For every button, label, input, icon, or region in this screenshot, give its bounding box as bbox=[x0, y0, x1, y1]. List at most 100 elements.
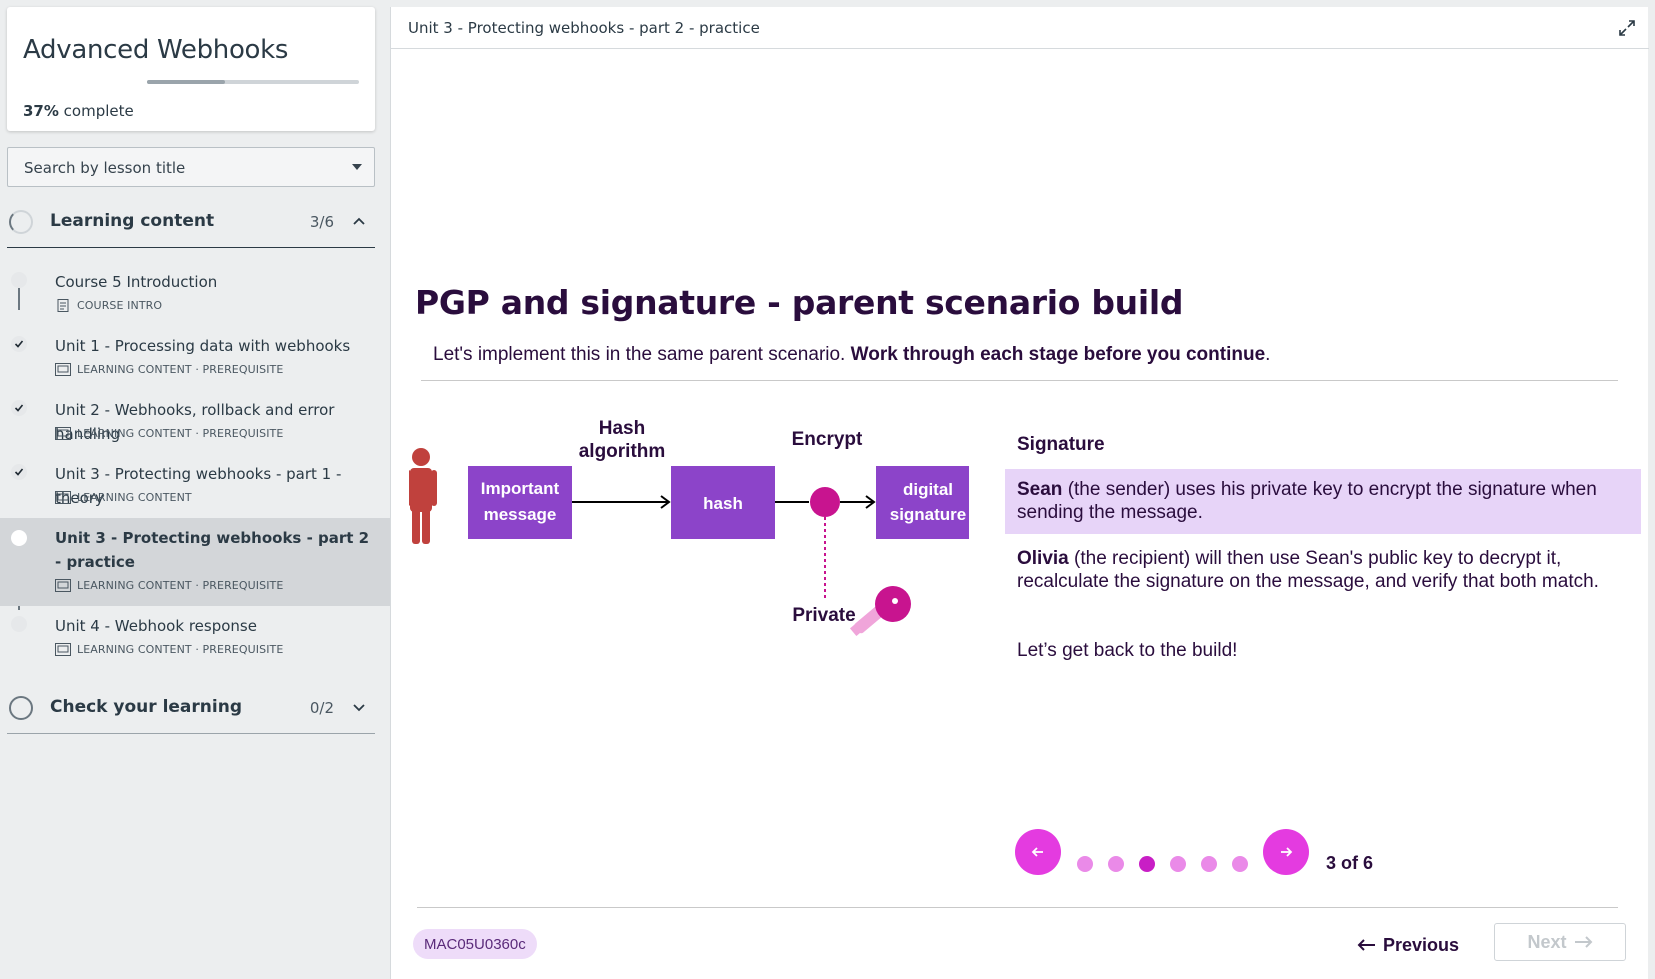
signature-heading: Signature bbox=[1017, 434, 1105, 455]
next-button[interactable]: Next bbox=[1494, 923, 1626, 961]
lesson-meta-text: LEARNING CONTENT · PREREQUISITE bbox=[77, 363, 284, 376]
course-progress-fill bbox=[147, 80, 226, 84]
private-key-label: Private bbox=[792, 605, 855, 626]
paragraph-bold: Olivia bbox=[1017, 548, 1069, 569]
paragraph-text: (the sender) uses his private key to enc… bbox=[1017, 479, 1597, 523]
slide-lead: Let's implement this in the same parent … bbox=[433, 344, 1270, 366]
key-icon bbox=[849, 586, 911, 637]
lesson-item[interactable]: Unit 4 - Webhook response LEARNING CONTE… bbox=[0, 606, 390, 670]
box-label: message bbox=[484, 505, 557, 524]
course-title: Advanced Webhooks bbox=[23, 35, 289, 65]
encrypt-label: Encrypt bbox=[792, 429, 863, 450]
slides-icon bbox=[55, 363, 71, 376]
carousel-dot[interactable] bbox=[1170, 856, 1186, 872]
signature-paragraph-build: Let’s get back to the build! bbox=[1017, 640, 1238, 661]
lesson-item[interactable]: Unit 1 - Processing data with webhooks L… bbox=[0, 326, 390, 390]
progress-percent: 37% bbox=[23, 102, 59, 120]
lesson-meta-text: LEARNING CONTENT · PREREQUISITE bbox=[77, 427, 284, 440]
section-title: Check your learning bbox=[50, 697, 242, 717]
lesson-status-current-icon bbox=[11, 530, 27, 546]
section-progress-ring-icon bbox=[9, 210, 33, 234]
check-icon bbox=[11, 336, 27, 352]
hash-algorithm-label: algorithm bbox=[579, 441, 666, 462]
divider bbox=[421, 380, 1618, 381]
arrow-left-icon bbox=[1357, 939, 1375, 951]
lesson-meta-text: LEARNING CONTENT · PREREQUISITE bbox=[77, 579, 284, 592]
paragraph-bold: Sean bbox=[1017, 479, 1063, 500]
slides-icon bbox=[55, 643, 71, 656]
lesson-status-not-started-icon bbox=[11, 272, 27, 288]
chevron-down-icon[interactable] bbox=[351, 699, 367, 715]
lesson-search-placeholder: Search by lesson title bbox=[24, 159, 186, 177]
slide-title: PGP and signature - parent scenario buil… bbox=[415, 283, 1184, 322]
course-sidebar: Advanced Webhooks 37% complete Search by… bbox=[0, 0, 390, 979]
slides-icon bbox=[55, 579, 71, 592]
carousel-prev-button[interactable] bbox=[1015, 829, 1061, 875]
check-icon bbox=[11, 400, 27, 416]
section-title: Learning content bbox=[50, 211, 215, 231]
carousel-counter: 3 of 6 bbox=[1326, 853, 1374, 873]
box-label: signature bbox=[890, 505, 967, 524]
lesson-search-select[interactable]: Search by lesson title bbox=[7, 147, 375, 187]
slide-lead-end: . bbox=[1265, 344, 1271, 365]
lesson-item[interactable]: Unit 3 - Protecting webhooks - part 1 - … bbox=[0, 454, 390, 518]
carousel-dot[interactable] bbox=[1201, 856, 1217, 872]
carousel-dot[interactable] bbox=[1077, 856, 1093, 872]
lesson-status-not-started-icon bbox=[11, 616, 27, 632]
arrow-right-icon bbox=[1574, 936, 1592, 948]
caret-down-icon bbox=[352, 164, 362, 170]
lesson-title: Unit 1 - Processing data with webhooks bbox=[55, 337, 351, 355]
divider bbox=[417, 907, 1618, 908]
lesson-meta-text: COURSE INTRO bbox=[77, 299, 163, 312]
course-progress-bar bbox=[147, 80, 359, 84]
lesson-content-panel: Unit 3 - Protecting webhooks - part 2 - … bbox=[390, 7, 1649, 979]
slide-lead-text: Let's implement this in the same parent … bbox=[433, 344, 851, 365]
box-label: digital bbox=[903, 480, 953, 499]
lesson-meta: LEARNING CONTENT · PREREQUISITE bbox=[55, 363, 283, 376]
section-count: 3/6 bbox=[309, 213, 334, 231]
arrow-left-icon bbox=[1031, 847, 1043, 857]
lesson-meta: LEARNING CONTENT · PREREQUISITE bbox=[55, 643, 283, 656]
lesson-item[interactable]: Unit 2 - Webhooks, rollback and error ha… bbox=[0, 390, 390, 454]
slides-icon bbox=[55, 427, 71, 440]
progress-suffix: complete bbox=[58, 102, 134, 120]
arrow-right-icon bbox=[1281, 847, 1293, 857]
pgp-signature-diagram: Important message Hash algorithm hash En… bbox=[409, 418, 969, 637]
progress-text: 37% complete bbox=[23, 102, 134, 120]
person-icon bbox=[409, 448, 437, 544]
paragraph-text: (the recipient) will then use Sean's pub… bbox=[1017, 548, 1599, 592]
section-progress-ring-icon bbox=[9, 696, 33, 720]
section-learning-content[interactable]: Learning content 3/6 bbox=[7, 196, 375, 248]
hash-algorithm-label: Hash bbox=[599, 418, 645, 439]
slide-lead-bold: Work through each stage before you conti… bbox=[850, 344, 1266, 365]
lesson-topbar-title: Unit 3 - Protecting webhooks - part 2 - … bbox=[408, 19, 760, 37]
previous-button[interactable]: Previous bbox=[1357, 931, 1459, 959]
lesson-meta-text: LEARNING CONTENT bbox=[77, 491, 192, 504]
check-icon bbox=[11, 464, 27, 480]
section-check-your-learning[interactable]: Check your learning 0/2 bbox=[7, 682, 375, 734]
lesson-meta: COURSE INTRO bbox=[55, 299, 162, 312]
lesson-topbar: Unit 3 - Protecting webhooks - part 2 - … bbox=[391, 7, 1649, 49]
slides-icon bbox=[55, 491, 71, 504]
course-progress-card: Advanced Webhooks 37% complete bbox=[7, 7, 375, 131]
carousel-dot-active[interactable] bbox=[1139, 856, 1155, 872]
lesson-code-badge: MAC05U0360c bbox=[413, 929, 537, 959]
carousel-dot[interactable] bbox=[1232, 856, 1248, 872]
expand-icon[interactable] bbox=[1617, 18, 1637, 38]
lesson-meta: LEARNING CONTENT · PREREQUISITE bbox=[55, 427, 283, 440]
box-label: hash bbox=[703, 494, 743, 513]
lesson-meta: LEARNING CONTENT · PREREQUISITE bbox=[55, 579, 283, 592]
important-message-box bbox=[468, 466, 572, 539]
lesson-item-current[interactable]: Unit 3 - Protecting webhooks - part 2 - … bbox=[0, 518, 390, 606]
signature-paragraph-olivia: Olivia (the recipient) will then use Sea… bbox=[1017, 547, 1617, 593]
carousel-dot[interactable] bbox=[1108, 856, 1124, 872]
document-icon bbox=[57, 299, 69, 312]
carousel-next-button[interactable] bbox=[1263, 829, 1309, 875]
lesson-item[interactable]: Course 5 Introduction COURSE INTRO bbox=[0, 262, 390, 326]
next-label: Next bbox=[1527, 931, 1567, 952]
lesson-title: Unit 3 - Protecting webhooks - part 2 - … bbox=[55, 529, 370, 571]
lesson-title: Course 5 Introduction bbox=[55, 273, 218, 291]
lesson-meta-text: LEARNING CONTENT · PREREQUISITE bbox=[77, 643, 284, 656]
lesson-meta: LEARNING CONTENT bbox=[55, 491, 192, 504]
chevron-up-icon[interactable] bbox=[351, 213, 367, 229]
